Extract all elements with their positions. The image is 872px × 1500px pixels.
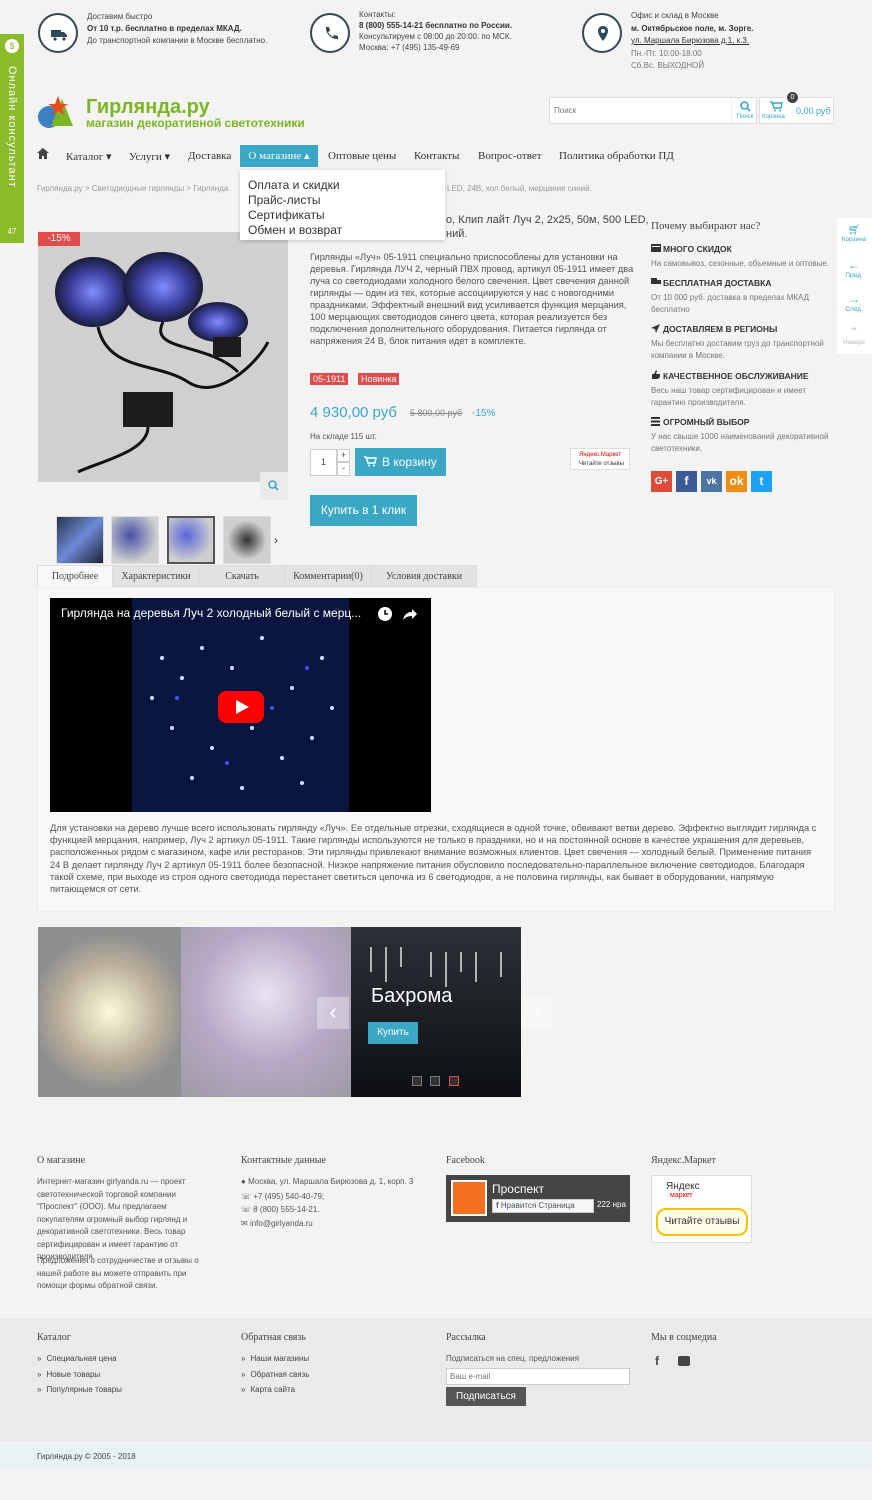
footer-catalog-title: Каталог <box>37 1332 71 1343</box>
footer-link-new[interactable]: Новые товары <box>37 1367 122 1383</box>
facebook-like-count: 222 нра <box>597 1200 626 1209</box>
footer-link-special-price[interactable]: Специальная цена <box>37 1351 122 1367</box>
facebook-page-logo <box>451 1180 487 1216</box>
footer-link-stores[interactable]: Наши магазины <box>241 1351 309 1367</box>
facebook-icon[interactable]: f <box>655 1354 659 1368</box>
share-icon[interactable] <box>402 606 418 622</box>
footer-ym-title: Яндекс.Маркет <box>651 1155 716 1166</box>
slider-buy-button[interactable]: Купить <box>368 1022 418 1044</box>
newsletter-email-input[interactable] <box>446 1368 630 1385</box>
tab-download[interactable]: Скачать <box>199 565 285 587</box>
promo-slider[interactable]: Бахрома Купить <box>38 927 521 1097</box>
footer-link-feedback[interactable]: Обратная связь <box>241 1367 309 1383</box>
footer-about-text2: Предложения о сотрудничестве и отзывы о … <box>37 1256 199 1290</box>
ym-reviews-button[interactable]: Читайте отзывы <box>656 1208 748 1236</box>
footer-address: ● Москва, ул. Маршала Бирюзова д. 1, кор… <box>241 1177 414 1186</box>
footer-facebook-title: Facebook <box>446 1155 485 1166</box>
phone-icon: ☏ <box>241 1192 254 1201</box>
footer-phone2[interactable]: ☏ 8 (800) 555-14-21. <box>241 1204 320 1217</box>
footer-about-title: О магазине <box>37 1155 86 1166</box>
footer-contacts-title: Контактные данные <box>241 1155 326 1166</box>
facebook-page-name: Проспект <box>492 1182 545 1196</box>
ym-logo-sub: маркет <box>670 1192 693 1199</box>
footer-link-sitemap[interactable]: Карта сайта <box>241 1382 309 1398</box>
slider-next-arrow[interactable]: › <box>521 997 553 1029</box>
video-title[interactable]: Гирлянда на деревья Луч 2 холодный белый… <box>61 606 361 620</box>
article-text: Для установки на дерево лучше всего испо… <box>50 823 817 895</box>
slider-prev-arrow[interactable]: ‹ <box>317 997 349 1029</box>
facebook-like-button[interactable]: f Нравится Страница <box>492 1199 594 1213</box>
tab-delivery-terms[interactable]: Условия доставки <box>371 565 477 587</box>
footer-email[interactable]: ✉ info@girlyanda.ru <box>241 1218 313 1231</box>
footer-phone1[interactable]: ☏ +7 (495) 540-40-79; <box>241 1191 324 1204</box>
footer-newsletter-text: Подписаться на спец. предложения <box>446 1354 579 1363</box>
footer-link-popular[interactable]: Популярные товары <box>37 1382 121 1398</box>
footer-feedback-list: Наши магазины Обратная связь Карта сайта <box>241 1351 309 1398</box>
footer-newsletter-title: Рассылка <box>446 1332 486 1343</box>
tab-details[interactable]: Подробнее <box>37 565 113 587</box>
video-player[interactable]: Гирлянда на деревья Луч 2 холодный белый… <box>50 598 431 812</box>
footer-about-text: Интернет-магазин girlyanda.ru — проект с… <box>37 1177 188 1261</box>
subscribe-button[interactable]: Подписаться <box>446 1387 526 1406</box>
slider-dot-1[interactable] <box>412 1076 422 1086</box>
footer-catalog-list: Специальная цена Новые товары Популярные… <box>37 1351 122 1398</box>
mail-icon: ✉ <box>241 1219 250 1228</box>
copyright: Гирлянда.ру © 2005 - 2018 <box>37 1452 136 1461</box>
slider-dot-2[interactable] <box>430 1076 440 1086</box>
tab-comments[interactable]: Комментарии(0) <box>285 565 371 587</box>
ym-logo: Яндекс <box>666 1181 700 1192</box>
slider-caption: Бахрома <box>371 985 453 1007</box>
location-pin-icon: ● <box>241 1177 249 1186</box>
clock-icon[interactable] <box>377 606 393 622</box>
footer-middle-band <box>0 1318 872 1442</box>
youtube-play-icon[interactable] <box>218 691 264 723</box>
facebook-widget[interactable]: Проспект f Нравится Страница 222 нра <box>446 1175 630 1222</box>
footer-social-title: Мы в соцмедиа <box>651 1332 717 1343</box>
tab-bar: Подробнее Характеристики Скачать Коммент… <box>0 0 872 590</box>
youtube-icon[interactable] <box>678 1356 690 1366</box>
phone-icon: ☏ <box>241 1205 254 1214</box>
tab-specs[interactable]: Характеристики <box>113 565 199 587</box>
slider-dot-3[interactable] <box>449 1076 459 1086</box>
footer-feedback-title: Обратная связь <box>241 1332 306 1343</box>
ym-widget[interactable]: Яндекс маркет Читайте отзывы <box>651 1175 752 1243</box>
